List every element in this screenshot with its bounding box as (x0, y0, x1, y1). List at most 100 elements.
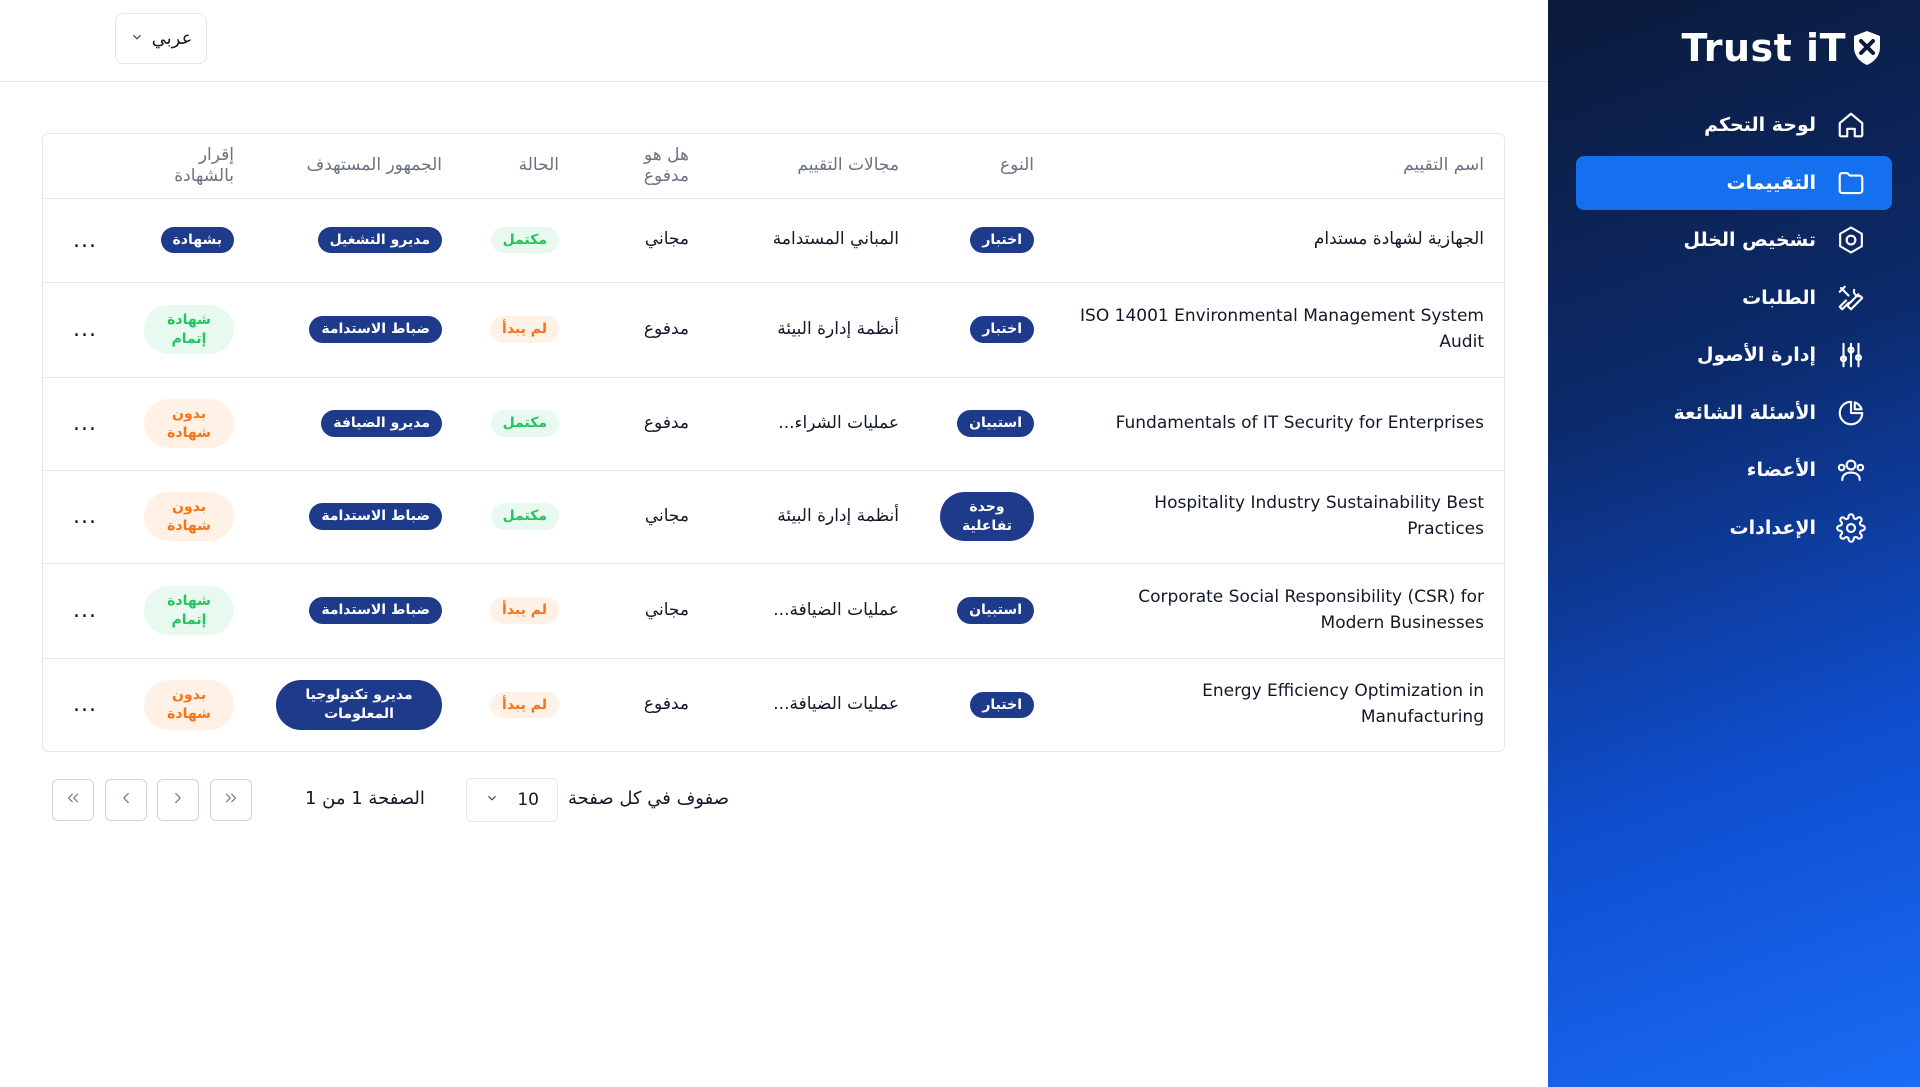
type-badge: اختبار (970, 316, 1034, 343)
last-page-button[interactable] (52, 779, 94, 821)
assessment-name: Hospitality Industry Sustainability Best… (1054, 470, 1504, 564)
status-cell: مكتمل (462, 470, 579, 564)
row-actions-button[interactable]: ... (43, 563, 128, 659)
sidebar: Trust iT لوحة التحكم التقييمات تشخيص الخ… (1548, 0, 1920, 1087)
sidebar-item-assets[interactable]: إدارة الأصول (1576, 328, 1892, 382)
audience-badge: ضباط الاستدامة (309, 316, 442, 343)
sidebar-item-settings[interactable]: الإعدادات (1576, 501, 1892, 555)
audience-badge: ضباط الاستدامة (309, 503, 442, 530)
audience-cell: مديرو تكنولوجيا المعلومات (254, 658, 462, 751)
certificate-cell: شهادة إتمام (128, 282, 254, 378)
sidebar-item-diagnostics[interactable]: تشخيص الخلل (1576, 213, 1892, 267)
table-row[interactable]: Fundamentals of IT Security for Enterpri… (43, 377, 1504, 471)
paid-cell: مدفوع (579, 377, 709, 471)
column-header-name[interactable]: اسم التقييم (1054, 134, 1504, 199)
brand-name: Trust iT (1681, 26, 1846, 70)
previous-page-button[interactable] (157, 779, 199, 821)
shield-icon (1852, 30, 1882, 66)
sidebar-item-members[interactable]: الأعضاء (1576, 443, 1892, 497)
assessment-name: Fundamentals of IT Security for Enterpri… (1054, 377, 1504, 471)
certificate-cell: بشهادة (128, 198, 254, 283)
audience-cell: مديرو التشغيل (254, 198, 462, 283)
audience-cell: ضباط الاستدامة (254, 563, 462, 659)
assessment-name: Energy Efficiency Optimization in Manufa… (1202, 681, 1484, 727)
tools-icon (1836, 283, 1866, 313)
certificate-cell: شهادة إتمام (128, 563, 254, 659)
audience-badge: ضباط الاستدامة (309, 597, 442, 624)
sidebar-item-assessments[interactable]: التقييمات (1576, 155, 1892, 210)
table-row[interactable]: Corporate Social Responsibility (CSR) fo… (43, 563, 1504, 659)
sidebar-item-label: إدارة الأصول (1697, 344, 1816, 366)
row-actions-button[interactable]: ... (43, 658, 128, 751)
language-selector[interactable]: عربي (115, 13, 207, 64)
domains-cell: عمليات الضيافة... (709, 563, 919, 659)
status-cell: مكتمل (462, 377, 579, 471)
sidebar-item-label: التقييمات (1726, 171, 1816, 194)
sidebar-item-label: الإعدادات (1729, 516, 1816, 539)
certificate-cell: بدون شهادة (128, 377, 254, 471)
audience-badge: مديرو تكنولوجيا المعلومات (276, 679, 442, 730)
type-badge: اختبار (970, 691, 1034, 718)
audience-cell: ضباط الاستدامة (254, 282, 462, 378)
sidebar-item-faq[interactable]: الأسئلة الشائعة (1576, 386, 1892, 440)
certificate-badge: بدون شهادة (144, 491, 234, 542)
paid-cell: مدفوع (579, 282, 709, 378)
column-header-paid[interactable]: هل هو مدفوع (579, 134, 709, 199)
row-actions-button[interactable]: ... (43, 470, 128, 564)
status-cell: لم يبدأ (462, 563, 579, 659)
type-cell: استبيان (919, 563, 1054, 659)
status-cell: مكتمل (462, 198, 579, 283)
column-header-certificate[interactable]: إقرار بالشهادة (128, 134, 254, 199)
chevron-left-icon (117, 789, 135, 811)
first-page-button[interactable] (210, 779, 252, 821)
audience-badge: مديرو الضيافة (321, 410, 442, 437)
pie-chart-icon (1836, 398, 1866, 428)
column-header-audience[interactable]: الجمهور المستهدف (254, 134, 462, 199)
type-cell: اختبار (919, 198, 1054, 283)
top-header: عربي (0, 0, 1548, 82)
rows-per-page-value: 10 (517, 790, 539, 810)
domains-cell: عمليات الشراء... (709, 377, 919, 471)
audience-badge: مديرو التشغيل (317, 226, 442, 254)
sidebar-item-label: الطلبات (1742, 286, 1816, 309)
pagination: صفوف في كل صفحة 10 الصفحة 1 من 1 (0, 778, 1548, 822)
sidebar-item-requests[interactable]: الطلبات (1576, 271, 1892, 325)
status-badge: مكتمل (490, 226, 559, 254)
paid-cell: مجاني (579, 470, 709, 564)
column-header-status[interactable]: الحالة (462, 134, 579, 199)
certificate-badge: بدون شهادة (144, 398, 234, 449)
audience-cell: ضباط الاستدامة (254, 470, 462, 564)
language-label: عربي (151, 28, 193, 49)
assessments-table: اسم التقييم النوع مجالات التقييم هل هو م… (42, 133, 1505, 752)
chevron-right-icon (169, 789, 187, 811)
assessment-name: الجهازية لشهادة مستدام (1054, 198, 1504, 283)
gear-icon (1836, 512, 1866, 543)
row-actions-button[interactable]: ... (43, 377, 128, 471)
domains-cell: عمليات الضيافة... (773, 694, 899, 714)
column-header-domains[interactable]: مجالات التقييم (709, 134, 919, 199)
row-actions-button[interactable]: ... (43, 198, 128, 283)
next-page-button[interactable] (105, 779, 147, 821)
type-cell: وحدة تفاعلية (919, 470, 1054, 564)
rows-per-page-select[interactable]: 10 (466, 778, 558, 822)
paid-cell: مجاني (579, 198, 709, 283)
certificate-badge: بشهادة (160, 226, 234, 254)
table-row[interactable]: Hospitality Industry Sustainability Best… (43, 470, 1504, 564)
column-header-type[interactable]: النوع (919, 134, 1054, 199)
row-actions-button[interactable]: ... (43, 282, 128, 378)
sidebar-nav: لوحة التحكم التقييمات تشخيص الخلل الطلبا… (1548, 98, 1920, 555)
page-indicator: الصفحة 1 من 1 (305, 788, 425, 809)
type-cell: اختبار (919, 282, 1054, 378)
sidebar-item-dashboard[interactable]: لوحة التحكم (1576, 98, 1892, 152)
type-cell: اختبار (919, 658, 1054, 751)
domains-cell: المباني المستدامة (709, 198, 919, 283)
table-row[interactable]: الجهازية لشهادة مستدام اختبار المباني ال… (43, 198, 1504, 283)
status-badge: مكتمل (490, 410, 559, 437)
assessment-name: Corporate Social Responsibility (CSR) fo… (1054, 563, 1504, 659)
table-header-row: اسم التقييم النوع مجالات التقييم هل هو م… (43, 134, 1504, 199)
brand-logo[interactable]: Trust iT (1548, 26, 1920, 70)
sidebar-item-label: الأسئلة الشائعة (1673, 401, 1817, 424)
table-row[interactable]: Energy Efficiency Optimization in Manufa… (43, 658, 1504, 751)
table-row[interactable]: ISO 14001 Environmental Management Syste… (43, 282, 1504, 378)
type-badge: استبيان (957, 410, 1034, 437)
